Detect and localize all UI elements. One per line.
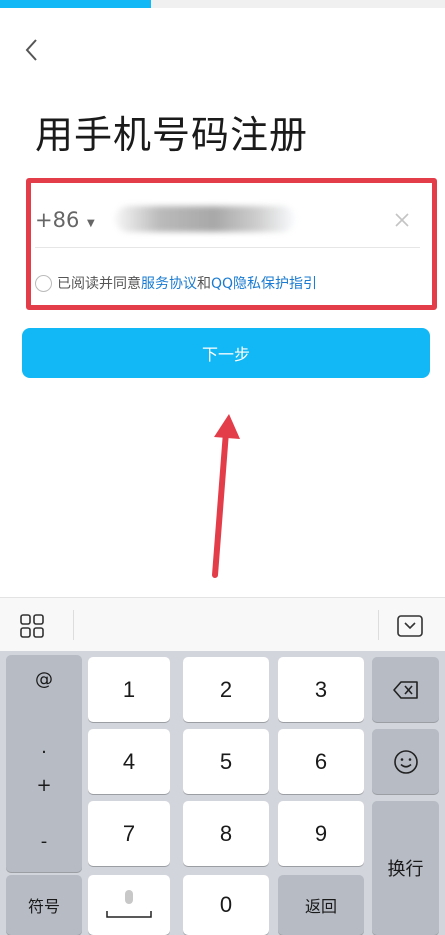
key-4[interactable]: 4 — [88, 729, 170, 794]
key-0[interactable]: 0 — [183, 875, 269, 935]
delete-key[interactable] — [372, 657, 439, 722]
key-5[interactable]: 5 — [183, 729, 269, 794]
toolbar-divider — [73, 610, 74, 640]
key-3[interactable]: 3 — [278, 657, 364, 722]
symbol-plus[interactable]: + — [6, 775, 82, 796]
return-key[interactable]: 返回 — [278, 875, 364, 935]
microphone-icon — [106, 890, 152, 918]
key-1[interactable]: 1 — [88, 657, 170, 722]
symbol-dot[interactable]: . — [6, 737, 82, 758]
toolbar-divider — [378, 610, 379, 640]
smiley-icon — [393, 749, 418, 774]
key-6[interactable]: 6 — [278, 729, 364, 794]
grid-menu-icon[interactable] — [18, 612, 46, 640]
symbol-minus[interactable]: - — [6, 831, 82, 852]
key-8[interactable]: 8 — [183, 801, 269, 866]
symbol-at[interactable]: @ — [6, 669, 82, 690]
keyboard-toolbar — [0, 597, 445, 651]
key-7[interactable]: 7 — [88, 801, 170, 866]
voice-key[interactable] — [88, 875, 170, 935]
backspace-icon — [392, 680, 418, 699]
keyboard-hide-icon[interactable] — [395, 612, 425, 640]
key-2[interactable]: 2 — [183, 657, 269, 722]
key-9[interactable]: 9 — [278, 801, 364, 866]
symbol-column[interactable]: @ . + - — [6, 655, 82, 872]
symbols-key[interactable]: 符号 — [6, 875, 82, 935]
enter-key[interactable]: 换行 — [372, 801, 439, 935]
emoji-key[interactable] — [372, 729, 439, 794]
